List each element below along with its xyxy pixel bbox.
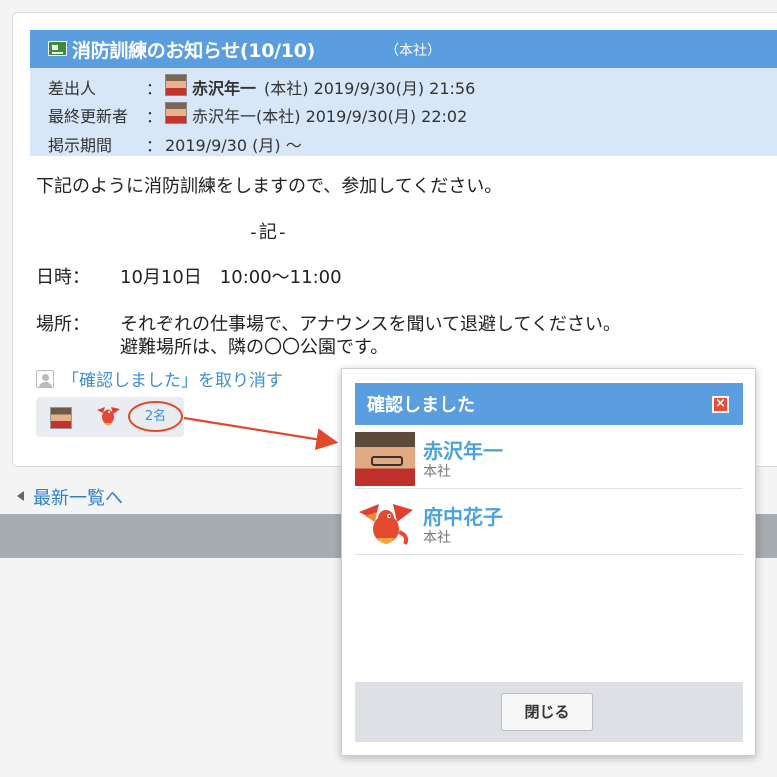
- dialog-user-row[interactable]: 赤沢年一 本社: [355, 427, 743, 489]
- updater-details: 赤沢年一(本社) 2019/9/30(月) 22:02: [192, 107, 468, 126]
- sender-avatar: [165, 74, 187, 96]
- back-to-list-link[interactable]: 最新一覧へ: [33, 484, 123, 510]
- confirm-count-badge[interactable]: 2名: [128, 401, 183, 432]
- close-icon[interactable]: ×: [712, 396, 729, 413]
- cancel-confirmation-link[interactable]: 「確認しました」を取り消す: [62, 366, 283, 391]
- dialog-user-row[interactable]: 府中花子 本社: [355, 493, 743, 555]
- meta-label: 掲示期間: [48, 136, 113, 155]
- dialog-footer: 閉じる: [355, 682, 743, 742]
- date-label: 日時：: [36, 267, 90, 288]
- dialog-header: 確認しました ×: [355, 383, 743, 425]
- close-button[interactable]: 閉じる: [501, 693, 593, 731]
- meta-label: 差出人: [48, 79, 97, 98]
- sender-name[interactable]: 赤沢年一: [192, 75, 256, 99]
- confirmed-user-avatar[interactable]: [50, 407, 72, 429]
- user-avatar: [355, 432, 415, 486]
- dragon-icon[interactable]: [94, 403, 122, 429]
- notice-title-bar: 消防訓練のお知らせ(10/10) （本社）: [30, 30, 777, 68]
- user-icon: [36, 370, 54, 388]
- notice-title: 消防訓練のお知らせ(10/10): [72, 40, 316, 62]
- user-name[interactable]: 府中花子: [423, 501, 503, 530]
- dragon-icon: [359, 504, 413, 545]
- dialog-title: 確認しました: [367, 395, 475, 416]
- period-value: 2019/9/30 (月) ～: [165, 136, 302, 155]
- date-value: 10月10日 10:00～11:00: [120, 267, 342, 288]
- user-name[interactable]: 赤沢年一: [423, 435, 503, 464]
- back-arrow-icon: [17, 491, 24, 501]
- meta-colon: ：: [146, 136, 163, 155]
- updater-avatar: [165, 102, 187, 124]
- meta-colon: ：: [146, 79, 163, 98]
- notice-ki: -記-: [248, 222, 288, 243]
- confirmed-users-dialog: 確認しました × 赤沢年一 本社 府中花子 本社 閉じる: [341, 368, 756, 756]
- place-label: 場所：: [36, 314, 90, 335]
- place-line-2: 避難場所は、隣の〇〇公園です。: [120, 337, 389, 358]
- user-department: 本社: [423, 464, 451, 480]
- notice-intro: 下記のように消防訓練をしますので、参加してください。: [36, 176, 503, 197]
- sender-details: (本社) 2019/9/30(月) 21:56: [264, 79, 476, 98]
- confirmed-users-bar: 2名: [36, 397, 184, 437]
- bulletin-icon: [48, 41, 67, 56]
- notice-title-location: （本社）: [385, 43, 441, 59]
- user-department: 本社: [423, 530, 451, 546]
- meta-colon: ：: [146, 107, 163, 126]
- meta-label: 最終更新者: [48, 107, 129, 126]
